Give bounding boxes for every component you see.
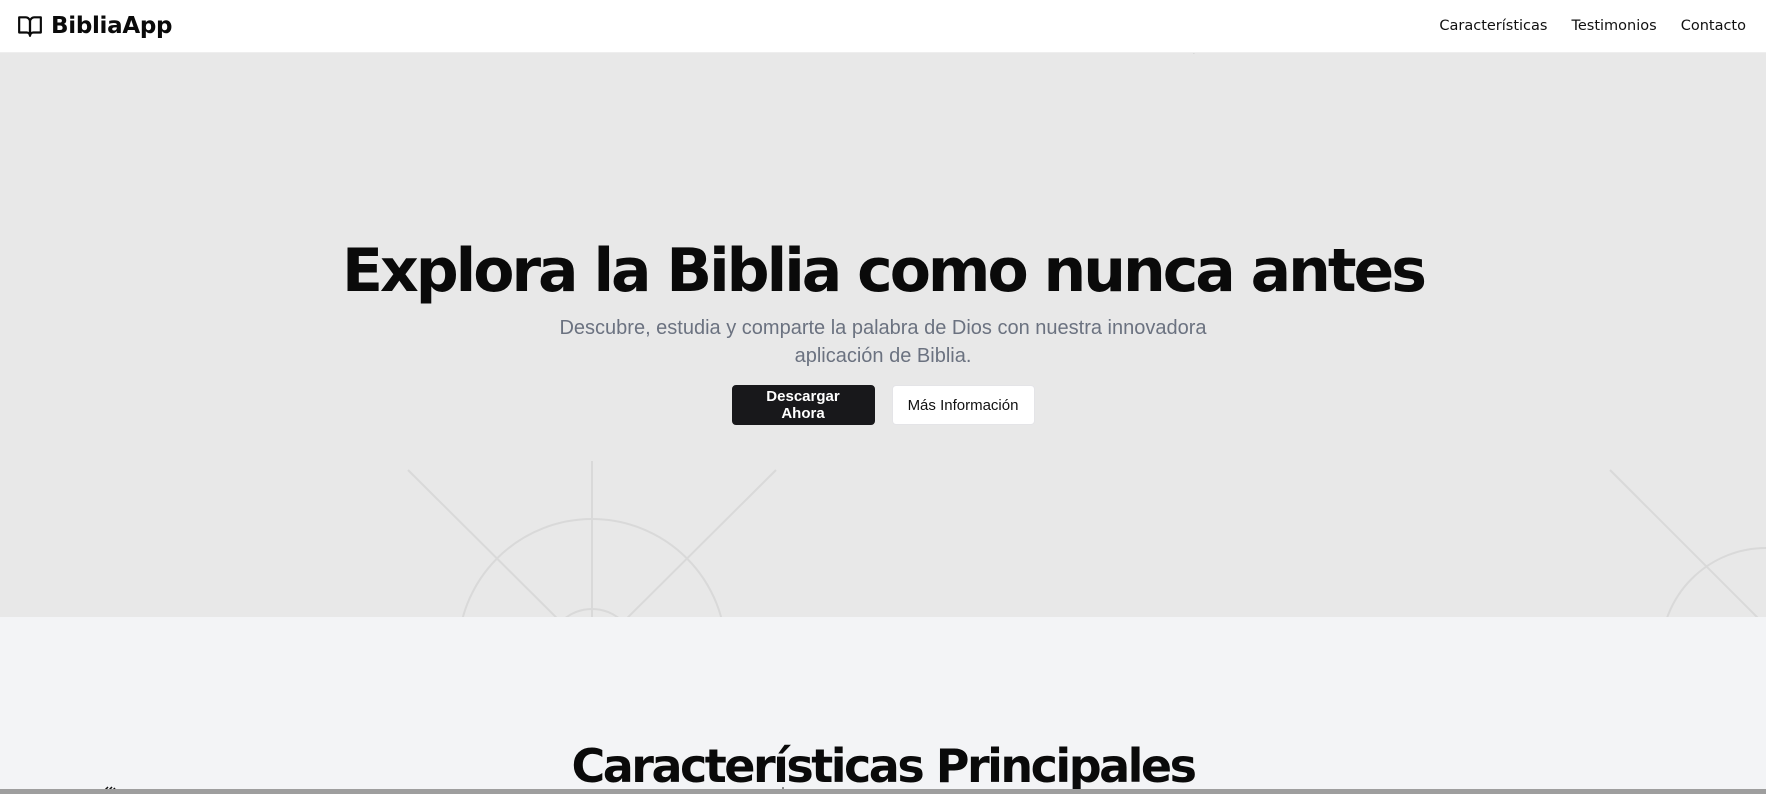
hero-subtitle: Descubre, estudia y comparte la palabra … [559,317,1207,367]
brand-logo-link[interactable]: BibliaApp [17,13,173,39]
nav-link-caracteristicas[interactable]: Características [1439,18,1547,34]
main-nav: Características Testimonios Contacto [1439,18,1746,34]
nav-link-contacto[interactable]: Contacto [1681,18,1746,34]
hero-section: Explora la Biblia como nunca antes Descu… [0,53,1766,617]
hero-title: Explora la Biblia como nunca antes [342,236,1427,306]
features-title: Características Principales [571,739,1197,789]
nav-link-testimonios[interactable]: Testimonios [1571,18,1656,34]
download-now-button[interactable]: Descargar Ahora [731,385,875,425]
open-book-icon [18,16,42,37]
hero-actions: Descargar Ahora Más Información [0,385,1766,425]
features-section: Características Principales [0,617,1766,789]
horizontal-scrollbar[interactable] [0,789,1766,794]
brand-name: BibliaApp [51,13,173,39]
more-info-button[interactable]: Más Información [891,385,1035,425]
site-header: BibliaApp Características Testimonios Co… [0,0,1766,53]
